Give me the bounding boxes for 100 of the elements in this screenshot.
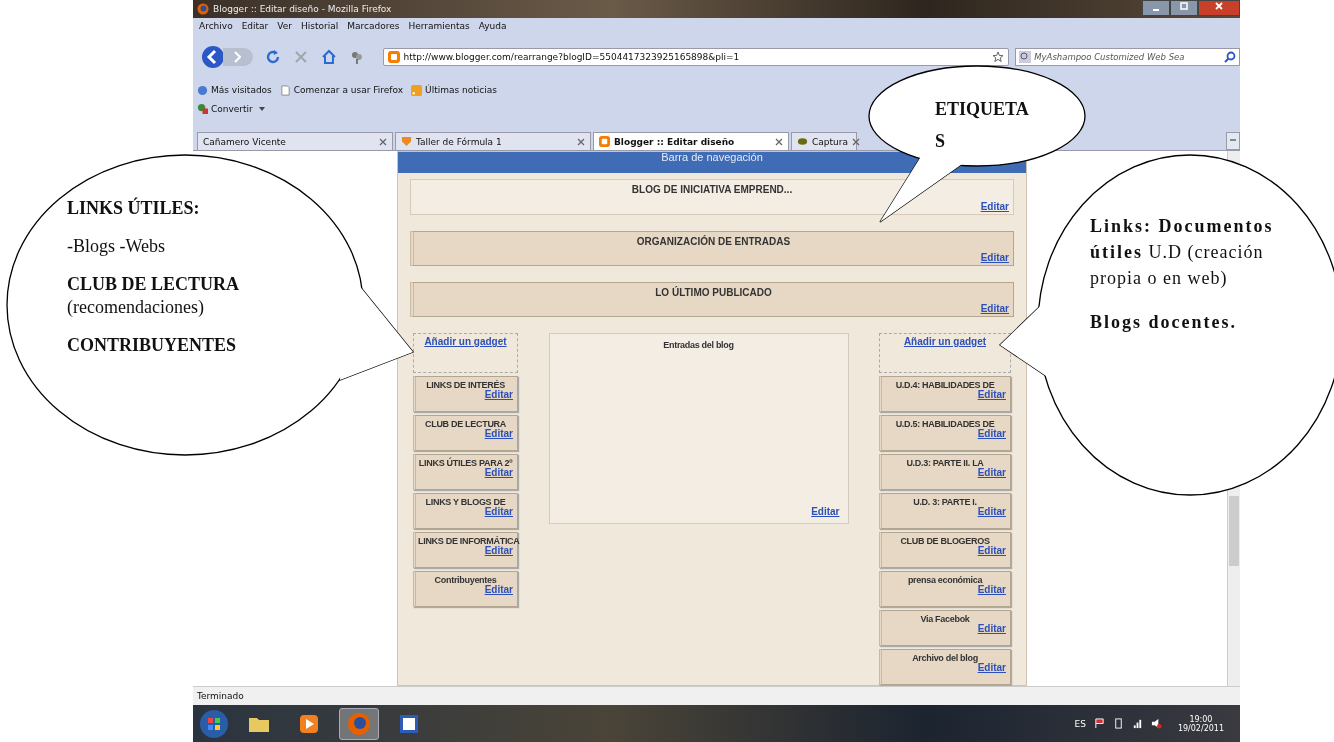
callout-text: LINKS ÚTILES: — [67, 197, 201, 220]
edit-link[interactable]: Editar — [484, 546, 513, 556]
clock-date[interactable]: 19/02/2011 — [1177, 723, 1224, 733]
add-gadget-link[interactable]: Añadir un gadget — [424, 336, 507, 347]
star-icon[interactable] — [992, 51, 1005, 63]
blogger-icon — [387, 51, 400, 63]
menu-item[interactable]: Historial — [301, 21, 339, 31]
bookmark-item[interactable]: Últimas noticias — [411, 84, 497, 96]
status-text: Terminado — [197, 691, 244, 701]
menu-item[interactable]: Marcadores — [347, 21, 400, 31]
edit-link[interactable]: Editar — [977, 663, 1006, 673]
search-field[interactable]: MyAshampoo Customized Web Sea — [1015, 48, 1241, 66]
search-engine-icon — [1019, 51, 1032, 63]
signal-icon[interactable] — [1131, 718, 1143, 729]
edit-link[interactable]: Editar — [484, 585, 513, 595]
browser-tab[interactable]: Blogger :: Editar diseño — [593, 132, 789, 150]
browser-tab[interactable]: Cañamero Vicente — [197, 132, 393, 150]
callout-text: Links: Documentos útiles U.D (creación propia o en web) — [1090, 215, 1275, 290]
bookmark-item[interactable]: Comenzar a usar Firefox — [279, 84, 404, 96]
edit-link[interactable]: Editar — [980, 303, 1009, 314]
browser-tab[interactable]: Taller de Fórmula 1 — [395, 132, 591, 150]
close-icon[interactable] — [577, 137, 585, 146]
blogger-icon — [599, 136, 610, 147]
edit-link[interactable]: Editar — [977, 624, 1006, 634]
firefox-logo-icon — [197, 3, 209, 15]
edit-link[interactable]: Editar — [977, 546, 1006, 556]
edit-link[interactable]: Editar — [484, 390, 513, 400]
reload-icon[interactable] — [264, 49, 281, 65]
sidebar-gadget[interactable]: LINKS DE INFORMÁTICA Editar — [413, 532, 518, 568]
window-title: Blogger :: Editar diseño - Mozilla Firefox — [213, 4, 393, 14]
edit-link[interactable]: Editar — [977, 468, 1006, 478]
callout-text: CONTRIBUYENTES — [67, 334, 238, 357]
sidebar-gadget[interactable]: CLUB DE LECTURA Editar — [413, 415, 518, 451]
leaf-icon — [797, 136, 808, 147]
callout-text: -Blogs -Webs — [67, 235, 167, 258]
edit-link[interactable]: Editar — [484, 429, 513, 439]
add-gadget-link[interactable]: Añadir un gadget — [903, 336, 987, 347]
edit-link[interactable]: Editar — [977, 585, 1006, 595]
close-icon[interactable] — [851, 137, 860, 146]
edit-link[interactable]: Editar — [811, 506, 840, 517]
edit-link[interactable]: Editar — [484, 507, 513, 517]
sidebar-gadget[interactable]: CLUB DE BLOGEROS Editar — [879, 532, 1011, 568]
clock-time[interactable]: 19:00 — [1189, 714, 1213, 724]
menu-item[interactable]: Ayuda — [478, 21, 507, 31]
sidebar-gadget[interactable]: U.D.4: HABILIDADES DE Editar — [879, 376, 1011, 412]
back-button[interactable] — [201, 45, 225, 69]
tab-list-button[interactable] — [1226, 132, 1240, 150]
sidebar-gadget[interactable]: Contribuyentes Editar — [413, 571, 518, 607]
browser-tab[interactable]: Captura — [791, 132, 857, 150]
sidebar-gadget[interactable]: Archivo del blog Editar — [879, 649, 1011, 685]
sidebar-gadget[interactable]: prensa económica Editar — [879, 571, 1011, 607]
edit-link[interactable]: Editar — [980, 251, 1009, 263]
bookmark-item[interactable]: Más visitados — [197, 84, 272, 96]
menu-item[interactable]: Archivo — [199, 21, 233, 31]
flag-icon[interactable] — [1093, 718, 1105, 729]
maximize-button[interactable] — [1170, 0, 1198, 16]
volume-icon[interactable] — [1150, 718, 1162, 729]
edit-link[interactable]: Editar — [977, 390, 1006, 400]
convert-icon — [197, 103, 208, 114]
close-icon[interactable] — [775, 137, 783, 146]
section-gadget: LO ÚLTIMO PUBLICADO Editar — [410, 281, 1014, 317]
address-bar[interactable]: http://www.blogger.com/rearrange?blogID=5504417323925165898&pli=1 — [382, 48, 1010, 66]
search-icon[interactable] — [1224, 51, 1237, 63]
sidebar-gadget[interactable]: Via Facebok Editar — [879, 610, 1011, 646]
page-icon — [279, 84, 291, 96]
globe-icon — [197, 84, 208, 96]
menu-item[interactable]: Editar — [241, 21, 269, 31]
feed-icon — [411, 84, 423, 96]
section-gadget: ORGANIZACIÓN DE ENTRADAS Editar — [410, 230, 1014, 266]
edit-link[interactable]: Editar — [977, 429, 1006, 439]
callout-text: ETIQUETAS — [935, 98, 1030, 153]
language-indicator[interactable]: ES — [1074, 718, 1086, 729]
menu-item[interactable]: Ver — [277, 21, 292, 31]
callout-text: Blogs docentes. — [1090, 311, 1238, 334]
edit-link[interactable]: Editar — [980, 200, 1009, 212]
edit-link[interactable]: Editar — [484, 468, 513, 478]
sidebar-gadget[interactable]: LINKS ÚTILES PARA 2º Editar — [413, 454, 518, 490]
taskbar-app[interactable] — [339, 707, 379, 740]
header-gadget: BLOG DE INICIATIVA EMPREND... Editar — [410, 179, 1014, 215]
start-button[interactable] — [199, 708, 229, 739]
scrollbar-thumb[interactable] — [1229, 496, 1239, 566]
sidebar-gadget[interactable]: U.D. 3: PARTE I. Editar — [879, 493, 1011, 529]
close-button[interactable] — [1198, 0, 1240, 16]
blog-posts-gadget: Entradas del blog Editar — [548, 333, 849, 524]
edit-link[interactable]: Editar — [977, 507, 1006, 517]
sidebar-gadget[interactable]: LINKS DE INTERÉS Editar — [413, 376, 518, 412]
shield-icon — [401, 136, 412, 147]
close-icon[interactable] — [379, 137, 387, 146]
sidebar-gadget[interactable]: U.D.5: HABILIDADES DE Editar — [879, 415, 1011, 451]
minimize-icon — [1153, 9, 1159, 11]
callout-text: CLUB DE LECTURA (recomendaciones) — [67, 273, 241, 319]
caret-icon — [258, 106, 265, 111]
battery-icon[interactable] — [1112, 718, 1124, 729]
home-icon[interactable] — [320, 49, 337, 65]
convert-button[interactable]: Convertir — [197, 103, 265, 114]
maximize-icon — [1179, 1, 1189, 11]
minimize-button[interactable] — [1142, 0, 1170, 16]
sidebar-gadget[interactable]: LINKS Y BLOGS DE Editar — [413, 493, 518, 529]
menu-item[interactable]: Herramientas — [408, 21, 470, 31]
sidebar-gadget[interactable]: U.D.3: PARTE II. LA Editar — [879, 454, 1011, 490]
